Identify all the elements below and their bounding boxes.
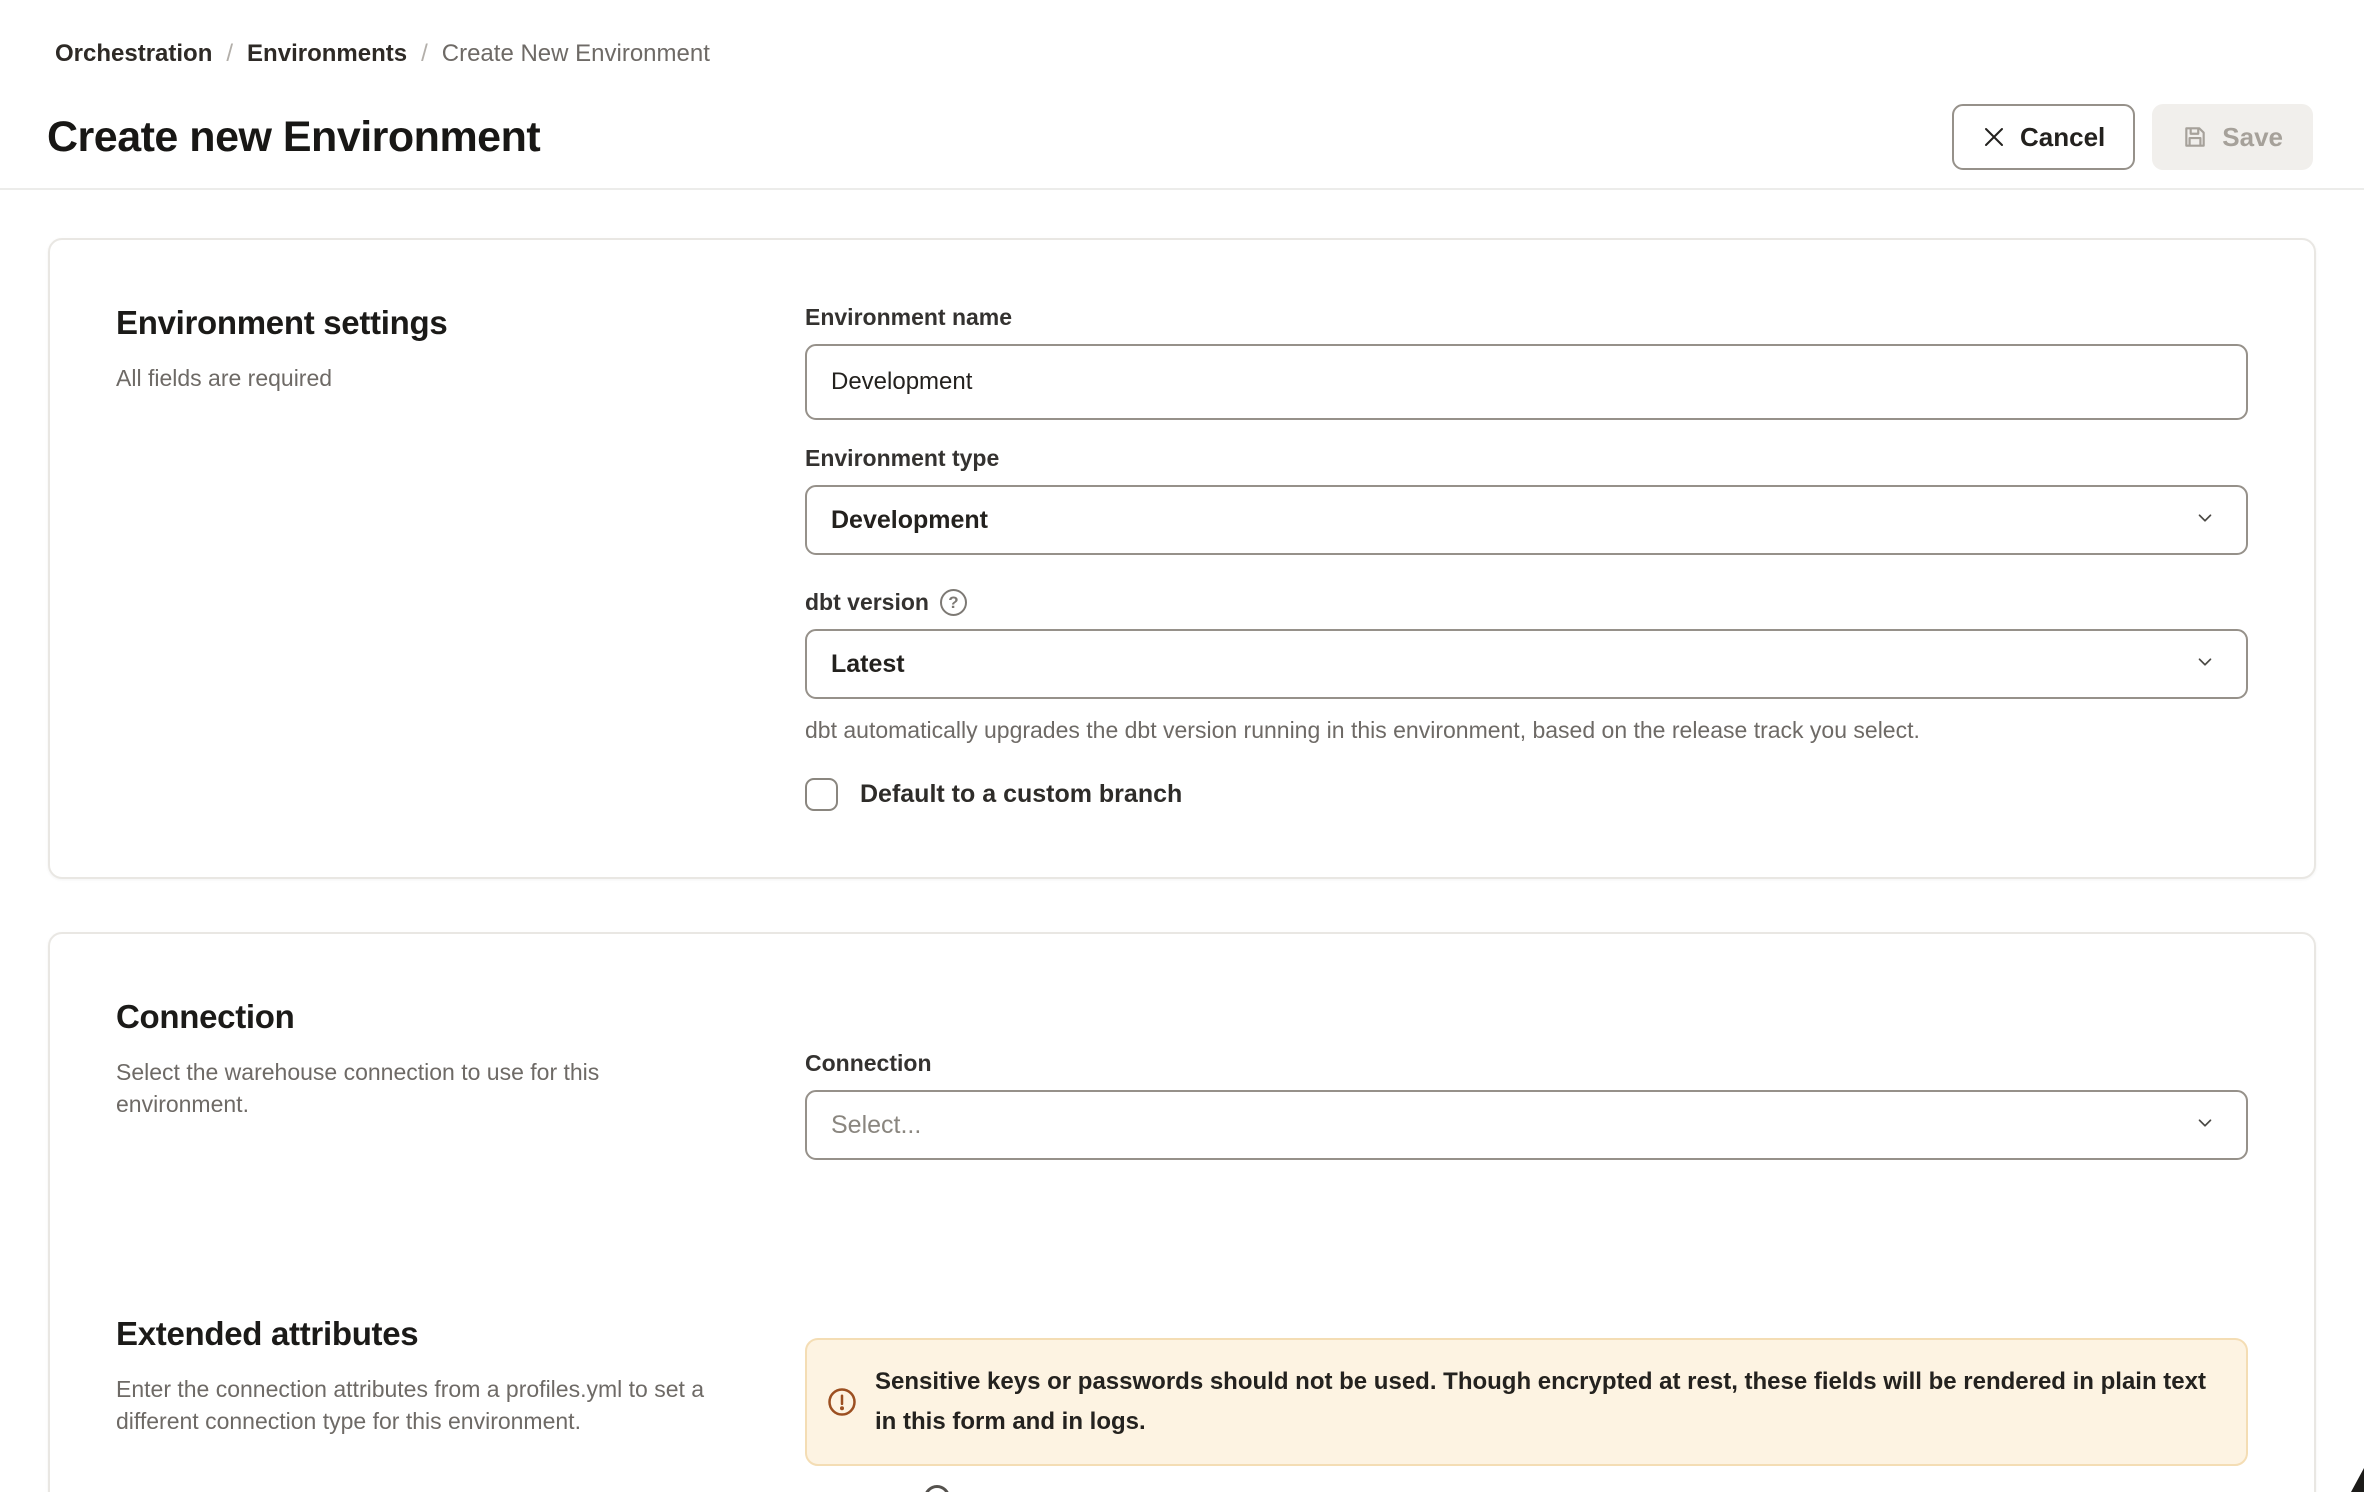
environment-settings-card: Environment settings All fields are requ… (48, 238, 2316, 879)
breadcrumb-item-environments[interactable]: Environments (247, 40, 407, 68)
connection-intro: Connection Select the warehouse connecti… (116, 998, 805, 1160)
connection-select-group: Connection Select... (805, 1050, 2248, 1160)
custom-branch-row[interactable]: Default to a custom branch (805, 778, 2248, 811)
dbt-version-label: dbt version ? (805, 589, 2248, 616)
environment-settings-form: Environment name Environment type Develo… (805, 304, 2248, 813)
connection-card: Connection Select the warehouse connecti… (48, 932, 2316, 1492)
page-header: Orchestration / Environments / Create Ne… (0, 0, 2364, 190)
environment-type-value: Development (831, 506, 988, 535)
environment-name-group: Environment name (805, 304, 2248, 420)
save-button-label: Save (2222, 122, 2283, 153)
extended-attributes-content: Sensitive keys or passwords should not b… (805, 1315, 2248, 1466)
connection-select[interactable]: Select... (805, 1090, 2248, 1160)
dbt-version-group: dbt version ? Latest dbt automatically u… (805, 589, 2248, 744)
environment-name-label: Environment name (805, 304, 2248, 331)
chevron-down-icon (2194, 651, 2216, 678)
connection-select-label: Connection (805, 1050, 2248, 1077)
main-content: Environment settings All fields are requ… (0, 238, 2364, 1492)
corner-resize-artifact (2351, 1468, 2364, 1492)
page-title: Create new Environment (47, 113, 540, 162)
environment-settings-subtitle: All fields are required (116, 362, 805, 394)
environment-settings-title: Environment settings (116, 304, 805, 342)
floppy-disk-icon (2182, 124, 2208, 150)
question-circle-icon[interactable]: ? (940, 589, 967, 616)
alert-circle-icon (827, 1387, 857, 1417)
extended-attributes-row: Extended attributes Enter the connection… (116, 1315, 2248, 1466)
warning-text: Sensitive keys or passwords should not b… (875, 1362, 2206, 1442)
extended-attributes-intro: Extended attributes Enter the connection… (116, 1315, 805, 1466)
dbt-version-label-text: dbt version (805, 589, 929, 616)
dbt-version-hint: dbt automatically upgrades the dbt versi… (805, 717, 2248, 744)
breadcrumb-separator: / (226, 40, 233, 68)
custom-branch-label: Default to a custom branch (860, 780, 1182, 809)
sensitive-keys-warning: Sensitive keys or passwords should not b… (805, 1338, 2248, 1466)
environment-type-label: Environment type (805, 445, 2248, 472)
close-icon (1982, 125, 2006, 149)
dbt-version-value: Latest (831, 650, 905, 679)
environment-settings-intro: Environment settings All fields are requ… (116, 304, 805, 813)
chevron-down-icon (2194, 507, 2216, 534)
connection-title: Connection (116, 998, 805, 1036)
connection-form: Connection Select... (805, 998, 2248, 1160)
breadcrumb-separator: / (421, 40, 428, 68)
custom-branch-checkbox[interactable] (805, 778, 838, 811)
environment-name-input[interactable] (805, 344, 2248, 420)
cancel-button[interactable]: Cancel (1952, 104, 2135, 170)
breadcrumb: Orchestration / Environments / Create Ne… (47, 40, 2313, 68)
title-row: Create new Environment Cancel (47, 104, 2313, 170)
connection-description: Select the warehouse connection to use f… (116, 1056, 716, 1120)
chevron-down-icon (2194, 1112, 2216, 1139)
extended-attributes-title: Extended attributes (116, 1315, 805, 1353)
extended-attributes-description: Enter the connection attributes from a p… (116, 1373, 716, 1437)
connection-row: Connection Select the warehouse connecti… (116, 998, 2248, 1160)
connection-select-placeholder: Select... (831, 1111, 921, 1140)
cancel-button-label: Cancel (2020, 122, 2105, 153)
breadcrumb-item-current: Create New Environment (442, 40, 710, 68)
breadcrumb-item-orchestration[interactable]: Orchestration (55, 40, 212, 68)
header-actions: Cancel Save (1952, 104, 2313, 170)
save-button[interactable]: Save (2152, 104, 2313, 170)
environment-type-select[interactable]: Development (805, 485, 2248, 555)
dbt-version-select[interactable]: Latest (805, 629, 2248, 699)
environment-type-group: Environment type Development (805, 445, 2248, 555)
